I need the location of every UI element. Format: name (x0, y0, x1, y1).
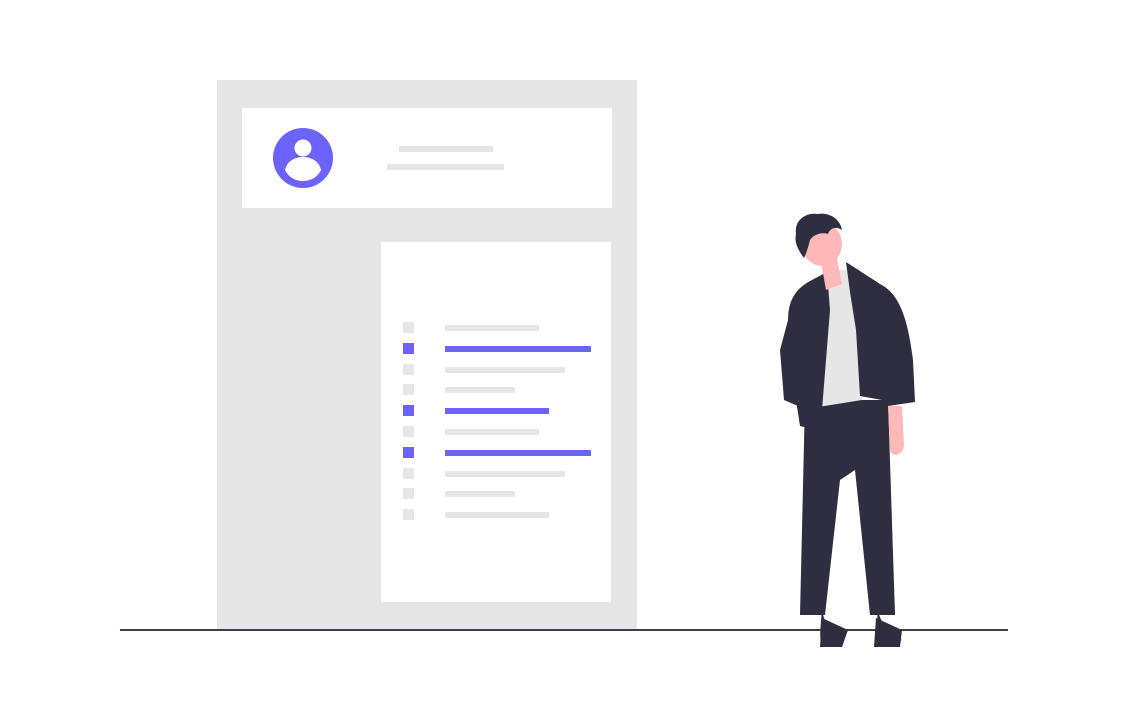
list-item (403, 509, 603, 521)
placeholder-list (403, 322, 603, 530)
list-bullet-icon (403, 467, 414, 479)
list-text-placeholder-line (445, 366, 565, 373)
illustration-canvas (0, 0, 1128, 727)
list-bullet-icon (403, 384, 414, 396)
list-text-placeholder-line (445, 345, 591, 352)
list-item (403, 363, 603, 375)
list-bullet-icon (403, 488, 414, 500)
list-text-placeholder-line (445, 470, 565, 477)
list-item-highlighted (403, 405, 603, 417)
list-bullet-icon (403, 446, 414, 458)
list-text-placeholder-line (445, 387, 515, 394)
list-bullet-icon (403, 322, 414, 333)
list-text-placeholder-line (445, 408, 549, 415)
list-text-placeholder-line (445, 428, 539, 435)
list-text-placeholder-line (445, 449, 591, 456)
list-bullet-icon (403, 405, 414, 417)
list-item (403, 322, 603, 333)
list-bullet-icon (403, 509, 414, 521)
list-text-placeholder-line (445, 325, 539, 331)
list-text-placeholder-line (445, 491, 515, 498)
list-item-highlighted (403, 342, 603, 354)
list-item (403, 425, 603, 437)
list-bullet-icon (403, 363, 414, 375)
list-text-placeholder-line (445, 512, 549, 519)
standing-man-icon (780, 213, 915, 647)
list-bullet-icon (403, 342, 414, 354)
header-text-placeholder-line (387, 164, 504, 170)
list-item (403, 467, 603, 479)
list-item-highlighted (403, 446, 603, 458)
user-circle-icon (273, 128, 333, 188)
header-text-placeholder-line (399, 146, 493, 152)
list-bullet-icon (403, 425, 414, 437)
list-item (403, 488, 603, 500)
list-item (403, 384, 603, 396)
